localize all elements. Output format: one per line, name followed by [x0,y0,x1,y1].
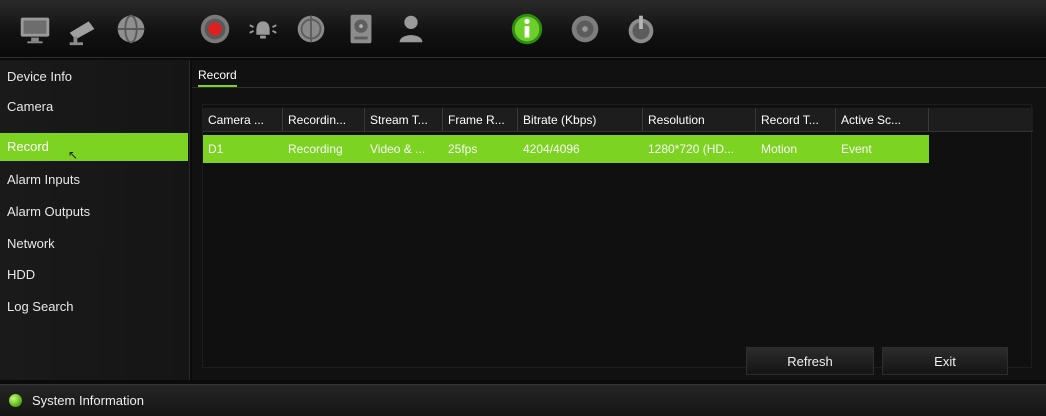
column-header-record-type[interactable]: Record T... [756,108,836,132]
column-header-frame-rate[interactable]: Frame R... [443,108,518,132]
cell-record-type: Motion [761,142,798,156]
sidebar-item-label: Network [7,236,55,251]
status-text: System Information [32,393,144,408]
cell-bitrate: 4204/4096 [523,142,580,156]
user-icon[interactable] [390,8,432,50]
storage-icon[interactable] [340,8,382,50]
refresh-button[interactable]: Refresh [746,347,874,375]
column-header-bitrate[interactable]: Bitrate (Kbps) [518,108,643,132]
column-header-recording[interactable]: Recordin... [283,108,365,132]
globe-icon[interactable] [110,8,152,50]
info-icon[interactable] [506,8,548,50]
sidebar: Device Info Camera Record ↖ Alarm Inputs … [0,60,190,380]
sidebar-item-label: Record [7,139,49,154]
alarm-icon[interactable] [242,8,284,50]
cell-stream-type: Video & ... [370,142,426,156]
top-toolbar [0,0,1046,58]
mouse-cursor-icon: ↖ [68,148,79,162]
sidebar-item-label: Alarm Outputs [7,204,91,219]
record-table: Camera ... Recordin... Stream T... Frame… [202,104,1033,368]
status-indicator-icon [9,394,22,407]
cell-camera: D1 [208,142,224,156]
cell-frame-rate: 25fps [448,142,478,156]
column-header-resolution[interactable]: Resolution [643,108,756,132]
sidebar-item-hdd[interactable]: HDD [0,261,188,289]
sidebar-item-label: Device Info [7,69,73,84]
table-header: Camera ... Recordin... Stream T... Frame… [203,108,1033,132]
sidebar-item-device-info[interactable]: Device Info [0,63,188,91]
sidebar-item-record[interactable]: Record ↖ [0,133,188,162]
column-header-active-schedule[interactable]: Active Sc... [836,108,929,132]
sidebar-item-label: Camera [7,99,54,114]
power-icon[interactable] [620,8,662,50]
cell-active-schedule: Event [841,142,872,156]
sidebar-item-network[interactable]: Network [0,230,188,258]
status-bar: System Information [0,384,1046,416]
sidebar-item-alarm-inputs[interactable]: Alarm Inputs [0,166,188,194]
monitor-icon[interactable] [14,8,56,50]
cell-recording: Recording [288,142,343,156]
disk-icon[interactable] [564,8,606,50]
sidebar-item-label: Log Search [7,299,74,314]
network-globe-icon[interactable] [290,8,332,50]
exit-button[interactable]: Exit [882,347,1008,375]
table-row[interactable]: D1 Recording Video & ... 25fps 4204/4096… [203,135,929,163]
camera-icon[interactable] [62,8,104,50]
tab-divider [192,87,1046,88]
sidebar-item-alarm-outputs[interactable]: Alarm Outputs [0,198,188,226]
cell-resolution: 1280*720 (HD... [648,142,735,156]
sidebar-item-label: HDD [7,267,36,282]
tab-record[interactable]: Record [198,68,237,87]
sidebar-item-label: Alarm Inputs [7,172,80,187]
sidebar-item-log-search[interactable]: Log Search [0,293,188,321]
sidebar-item-camera[interactable]: Camera [0,93,188,121]
main-panel: Record Camera ... Recordin... Stream T..… [192,60,1046,380]
record-icon[interactable] [194,8,236,50]
column-header-stream-type[interactable]: Stream T... [365,108,443,132]
column-header-camera[interactable]: Camera ... [203,108,283,132]
